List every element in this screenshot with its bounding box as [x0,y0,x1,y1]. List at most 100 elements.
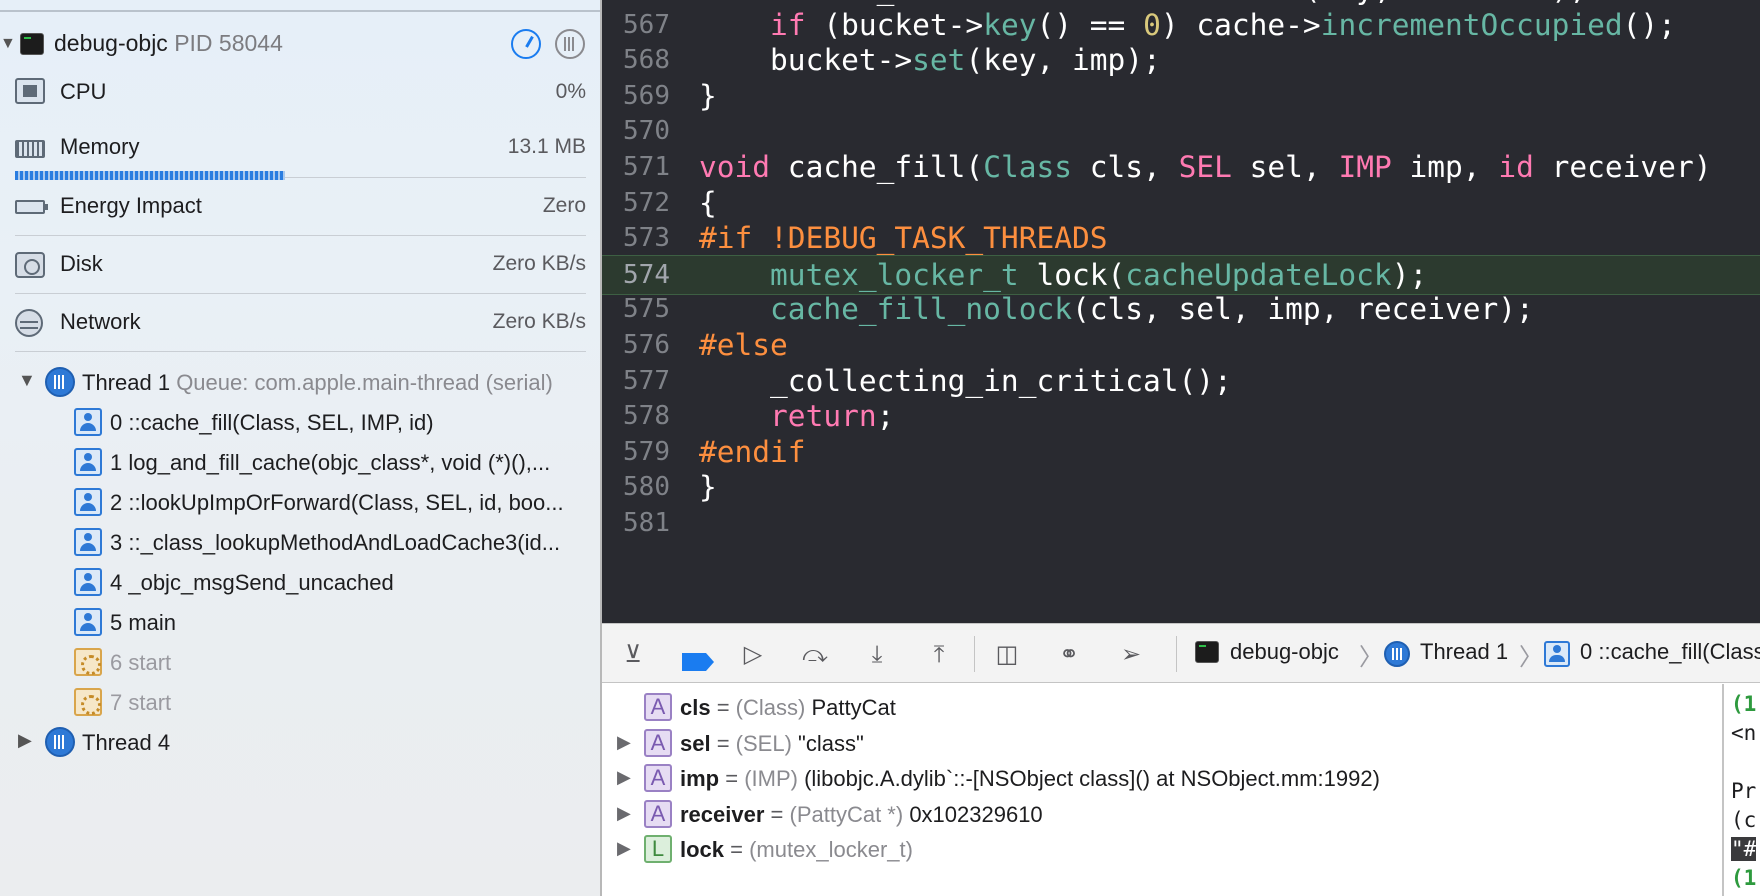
view-debugger-icon[interactable]: ◫ [992,640,1022,668]
console-view[interactable]: (1 <n Pr (c "# (1 [1722,684,1760,896]
line-number[interactable]: 572 [602,188,670,218]
disk-icon [15,252,45,278]
line-number[interactable]: 569 [602,81,670,111]
code-text: cache_fill_nolock(cls, sel, imp, receive… [699,292,1534,326]
code-token: ; [876,399,895,434]
memory-graph-icon[interactable]: ⚭ [1054,640,1084,668]
line-number[interactable]: 566 [602,0,670,4]
line-number[interactable]: 578 [602,401,670,431]
current-execution-line[interactable]: 574 mutex_locker_t lock(cacheUpdateLock)… [602,254,1760,295]
line-number[interactable]: 581 [602,508,670,538]
code-token: return [770,399,877,434]
console-line: <n [1731,721,1757,745]
line-number[interactable]: 576 [602,330,670,360]
code-line[interactable]: 571 void cache_fill(Class cls, SEL sel, I… [602,148,1760,188]
disclosure-triangle-icon[interactable]: ▶ [617,838,631,859]
code-line[interactable]: 569} [602,77,1760,117]
code-line[interactable]: 575 cache_fill_nolock(cls, sel, imp, rec… [602,290,1760,330]
stack-frame[interactable]: 2 ::lookUpImpOrForward(Class, SEL, id, b… [0,482,600,522]
breadcrumb-frame[interactable]: 0 ::cache_fill(Class [1580,639,1760,665]
stack-frame[interactable]: 7 start [0,682,600,722]
code-token: () == [1036,7,1144,42]
code-line[interactable]: 577 _collecting_in_critical(); [602,362,1760,402]
code-line[interactable]: 568 bucket->set(key, imp); [602,41,1760,81]
stack-frame-label: 5 main [110,610,177,635]
variables-view[interactable]: Acls = (Class) PattyCat ▶ Asel = (SEL) "cl… [602,684,1722,896]
code-line[interactable]: 572 { [602,184,1760,224]
variable-name: imp [680,766,720,791]
code-line[interactable]: 580} [602,468,1760,508]
step-into-icon[interactable]: ⤓ [862,640,892,668]
code-line[interactable]: 567 if (bucket->key() == 0) cache->incre… [602,6,1760,46]
step-over-icon[interactable]: ⤼ [800,640,830,668]
stack-frame[interactable]: 0 ::cache_fill(Class, SEL, IMP, id) [0,402,600,442]
simulate-location-icon[interactable]: ➢ [1116,640,1146,668]
console-line: "# [1731,837,1757,861]
disclosure-triangle-icon[interactable]: ▼ [0,35,16,53]
code-line[interactable]: 570 [602,112,1760,152]
disclosure-triangle-icon[interactable]: ▶ [617,803,631,824]
step-out-icon[interactable]: ⤒ [924,640,954,668]
stack-frame[interactable]: 5 main [0,602,600,642]
code-token: (bucket-> [805,7,984,42]
thread-row-4[interactable]: ▶ Thread 4 [0,722,600,762]
line-number[interactable]: 577 [602,366,670,396]
disclosure-triangle-icon[interactable]: ▶ [18,730,32,751]
breadcrumb-process[interactable]: debug-objc [1230,639,1339,665]
stack-frame[interactable]: 3 ::_class_lookupMethodAndLoadCache3(id.… [0,522,600,562]
breakpoint-toggle-icon[interactable] [682,653,714,671]
source-editor[interactable]: 566 bucket_t *bucket = cache->find(key, … [602,0,1760,623]
code-token: receiver) [1533,150,1712,184]
line-number[interactable]: 567 [602,10,670,40]
code-line[interactable]: 578 return; [602,397,1760,437]
breadcrumb-chevron-icon: 〉 [1519,644,1543,671]
line-number[interactable]: 568 [602,45,670,75]
disclosure-triangle-icon[interactable]: ▶ [617,732,631,753]
code-token: cacheUpdateLock [1125,257,1392,292]
variable-type: (SEL) [735,730,792,756]
disclosure-triangle-icon[interactable]: ▼ [18,370,36,391]
line-number[interactable]: 580 [602,472,670,502]
user-frame-icon [74,408,102,436]
continue-icon[interactable]: ▷ [738,640,768,668]
thread-row-1[interactable]: ▼ Thread 1 Queue: com.apple.main-thread … [0,362,600,402]
line-number[interactable]: 570 [602,116,670,146]
stack-frame[interactable]: 1 log_and_fill_cache(objc_class*, void (… [0,442,600,482]
user-frame-icon [74,568,102,596]
code-line[interactable]: 576 #else [602,326,1760,366]
gauge-cpu[interactable]: CPU 0% [0,62,600,120]
code-text: if (bucket->key() == 0) cache->increment… [699,8,1676,42]
gauge-memory[interactable]: Memory 13.1 MB [0,120,600,178]
variable-row[interactable]: ▶ Asel = (SEL) "class" [602,726,1722,762]
line-number[interactable]: 571 [602,152,670,182]
disclosure-triangle-icon[interactable]: ▶ [617,767,631,788]
line-number[interactable]: 574 [602,260,670,290]
line-number[interactable]: 579 [602,437,670,467]
stack-frame[interactable]: 6 start [0,642,600,682]
breadcrumb-thread[interactable]: Thread 1 [1420,639,1508,665]
gauge-network[interactable]: Network Zero KB/s [0,294,600,352]
user-frame-icon [74,448,102,476]
code-line[interactable]: 573 #if !DEBUG_TASK_THREADS [602,219,1760,259]
code-token: SEL [1178,150,1232,184]
gauge-disk[interactable]: Disk Zero KB/s [0,236,600,294]
variable-row[interactable]: Acls = (Class) PattyCat [602,690,1722,726]
gauge-energy[interactable]: Energy Impact Zero [0,178,600,236]
variable-row[interactable]: ▶ Areceiver = (PattyCat *) 0x102329610 [602,797,1722,833]
variable-name: sel [680,730,711,756]
gauge-value: Zero KB/s [492,252,586,275]
variable-row[interactable]: ▶ Llock = (mutex_locker_t) [602,832,1722,868]
code-line[interactable]: 579 #endif [602,433,1760,473]
code-line[interactable]: 581 [602,504,1760,544]
variable-row[interactable]: ▶ Aimp = (IMP) (libobjc.A.dylib`::-[NSObj… [602,761,1722,797]
line-number[interactable]: 573 [602,223,670,253]
stack-frame[interactable]: 4 _objc_msgSend_uncached [0,562,600,602]
gauge-label: Network [60,309,141,334]
line-number[interactable]: 575 [602,294,670,324]
process-row[interactable]: ▼ debug-objc PID 58044 [0,24,600,64]
process-name: debug-objc PID 58044 [54,30,283,57]
thread-view-icon[interactable] [555,29,585,59]
hide-debug-area-icon[interactable]: ⊻ [618,640,648,668]
gauge-view-icon[interactable] [511,29,541,59]
